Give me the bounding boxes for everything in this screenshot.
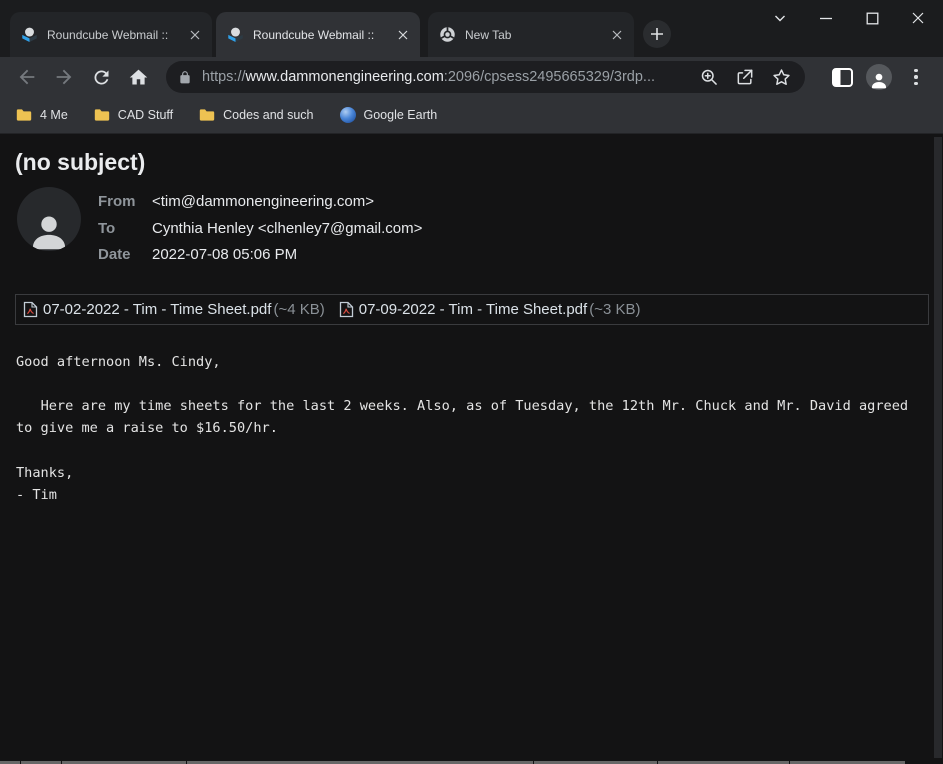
url-domain: www.dammonengineering.com [246,69,444,85]
pdf-file-icon [23,301,38,318]
attachment-link-1[interactable]: 07-02-2022 - Tim - Time Sheet.pdf (~4 KB… [23,301,325,318]
tab-close-icon[interactable] [186,26,204,44]
plus-icon [650,27,664,41]
folder-icon [16,108,32,122]
header-row-to: To Cynthia Henley <clhenley7@gmail.com> [98,216,422,243]
back-button[interactable] [14,64,40,90]
window-maximize-button[interactable] [849,4,895,32]
window-close-button[interactable] [895,4,941,32]
url-path: :2096/cpsess2495665329/3rdp... [444,69,655,85]
three-dot-menu-icon [914,69,918,86]
share-icon [735,67,755,87]
side-panel-button[interactable] [829,64,855,90]
url-text: https://www.dammonengineering.com:2096/c… [202,69,685,85]
bookmarks-bar: 4 Me CAD Stuff Codes and such Google Ear… [0,97,943,134]
bookmark-folder-codes-and-such[interactable]: Codes and such [199,108,313,122]
bookmark-label: CAD Stuff [118,108,173,122]
tab-title: Roundcube Webmail :: [253,28,394,42]
attachment-size: (~3 KB) [589,301,640,318]
vertical-scrollbar[interactable] [934,137,942,758]
bookmark-label: Google Earth [364,108,438,122]
profile-avatar-icon [866,64,892,90]
bookmark-google-earth[interactable]: Google Earth [340,107,438,123]
reload-icon [91,67,112,88]
from-value: <tim@dammonengineering.com> [152,189,374,216]
chrome-favicon-icon [439,26,456,43]
roundcube-favicon-icon [21,26,38,43]
folder-icon [199,108,215,122]
person-icon [28,209,70,251]
home-icon [128,67,149,88]
new-tab-button[interactable] [643,20,671,48]
forward-button[interactable] [51,64,77,90]
bookmark-label: Codes and such [223,108,313,122]
webmail-message-view: (no subject) From <tim@dammonengineering… [0,134,943,764]
header-row-date: Date 2022-07-08 05:06 PM [98,242,422,269]
tab-title: Roundcube Webmail :: [47,28,186,42]
browser-menu-button[interactable] [903,64,929,90]
tab-roundcube-webmail-1[interactable]: Roundcube Webmail :: [10,12,212,57]
tab-close-icon[interactable] [608,26,626,44]
browser-window: Roundcube Webmail :: Roundcube Webmail :… [0,0,943,764]
bookmark-label: 4 Me [40,108,68,122]
share-button[interactable] [733,65,757,89]
to-value: Cynthia Henley <clhenley7@gmail.com> [152,216,422,243]
folder-icon [94,108,110,122]
browser-toolbar: https://www.dammonengineering.com:2096/c… [0,57,943,97]
tab-roundcube-webmail-2[interactable]: Roundcube Webmail :: [216,12,420,57]
bookmark-star-button[interactable] [769,65,793,89]
window-controls [757,4,941,32]
bookmark-folder-cad-stuff[interactable]: CAD Stuff [94,108,173,122]
attachment-link-2[interactable]: 07-09-2022 - Tim - Time Sheet.pdf (~3 KB… [339,301,641,318]
date-value: 2022-07-08 05:06 PM [152,242,297,269]
message-subject: (no subject) [15,147,943,177]
header-row-from: From <tim@dammonengineering.com> [98,189,422,216]
zoom-button[interactable] [697,65,721,89]
header-rows: From <tim@dammonengineering.com> To Cynt… [98,187,422,269]
tab-title: New Tab [465,28,608,42]
globe-icon [340,107,356,123]
message-body: Good afternoon Ms. Cindy, Here are my ti… [16,351,943,507]
lock-icon[interactable] [178,70,192,85]
home-button[interactable] [125,64,151,90]
window-minimize-button[interactable] [803,4,849,32]
profile-button[interactable] [866,64,892,90]
reload-button[interactable] [88,64,114,90]
from-label: From [98,189,152,216]
sender-avatar [17,187,81,251]
attachment-size: (~4 KB) [273,301,324,318]
back-arrow-icon [16,66,38,88]
bookmark-folder-4-me[interactable]: 4 Me [16,108,68,122]
date-label: Date [98,242,152,269]
to-label: To [98,216,152,243]
side-panel-icon [832,68,853,87]
tab-close-icon[interactable] [394,26,412,44]
attachments-bar: 07-02-2022 - Tim - Time Sheet.pdf (~4 KB… [15,294,929,325]
tab-new-tab[interactable]: New Tab [428,12,634,57]
pdf-file-icon [339,301,354,318]
window-chevron-down-icon[interactable] [757,4,803,32]
magnifier-plus-icon [699,67,719,87]
url-scheme: https:// [202,69,246,85]
message-header: From <tim@dammonengineering.com> To Cynt… [17,187,943,269]
star-icon [771,67,792,88]
attachment-filename: 07-09-2022 - Tim - Time Sheet.pdf [359,301,587,318]
roundcube-favicon-icon [227,26,244,43]
address-bar[interactable]: https://www.dammonengineering.com:2096/c… [166,61,805,93]
tab-strip: Roundcube Webmail :: Roundcube Webmail :… [0,0,943,57]
forward-arrow-icon [53,66,75,88]
attachment-filename: 07-02-2022 - Tim - Time Sheet.pdf [43,301,271,318]
